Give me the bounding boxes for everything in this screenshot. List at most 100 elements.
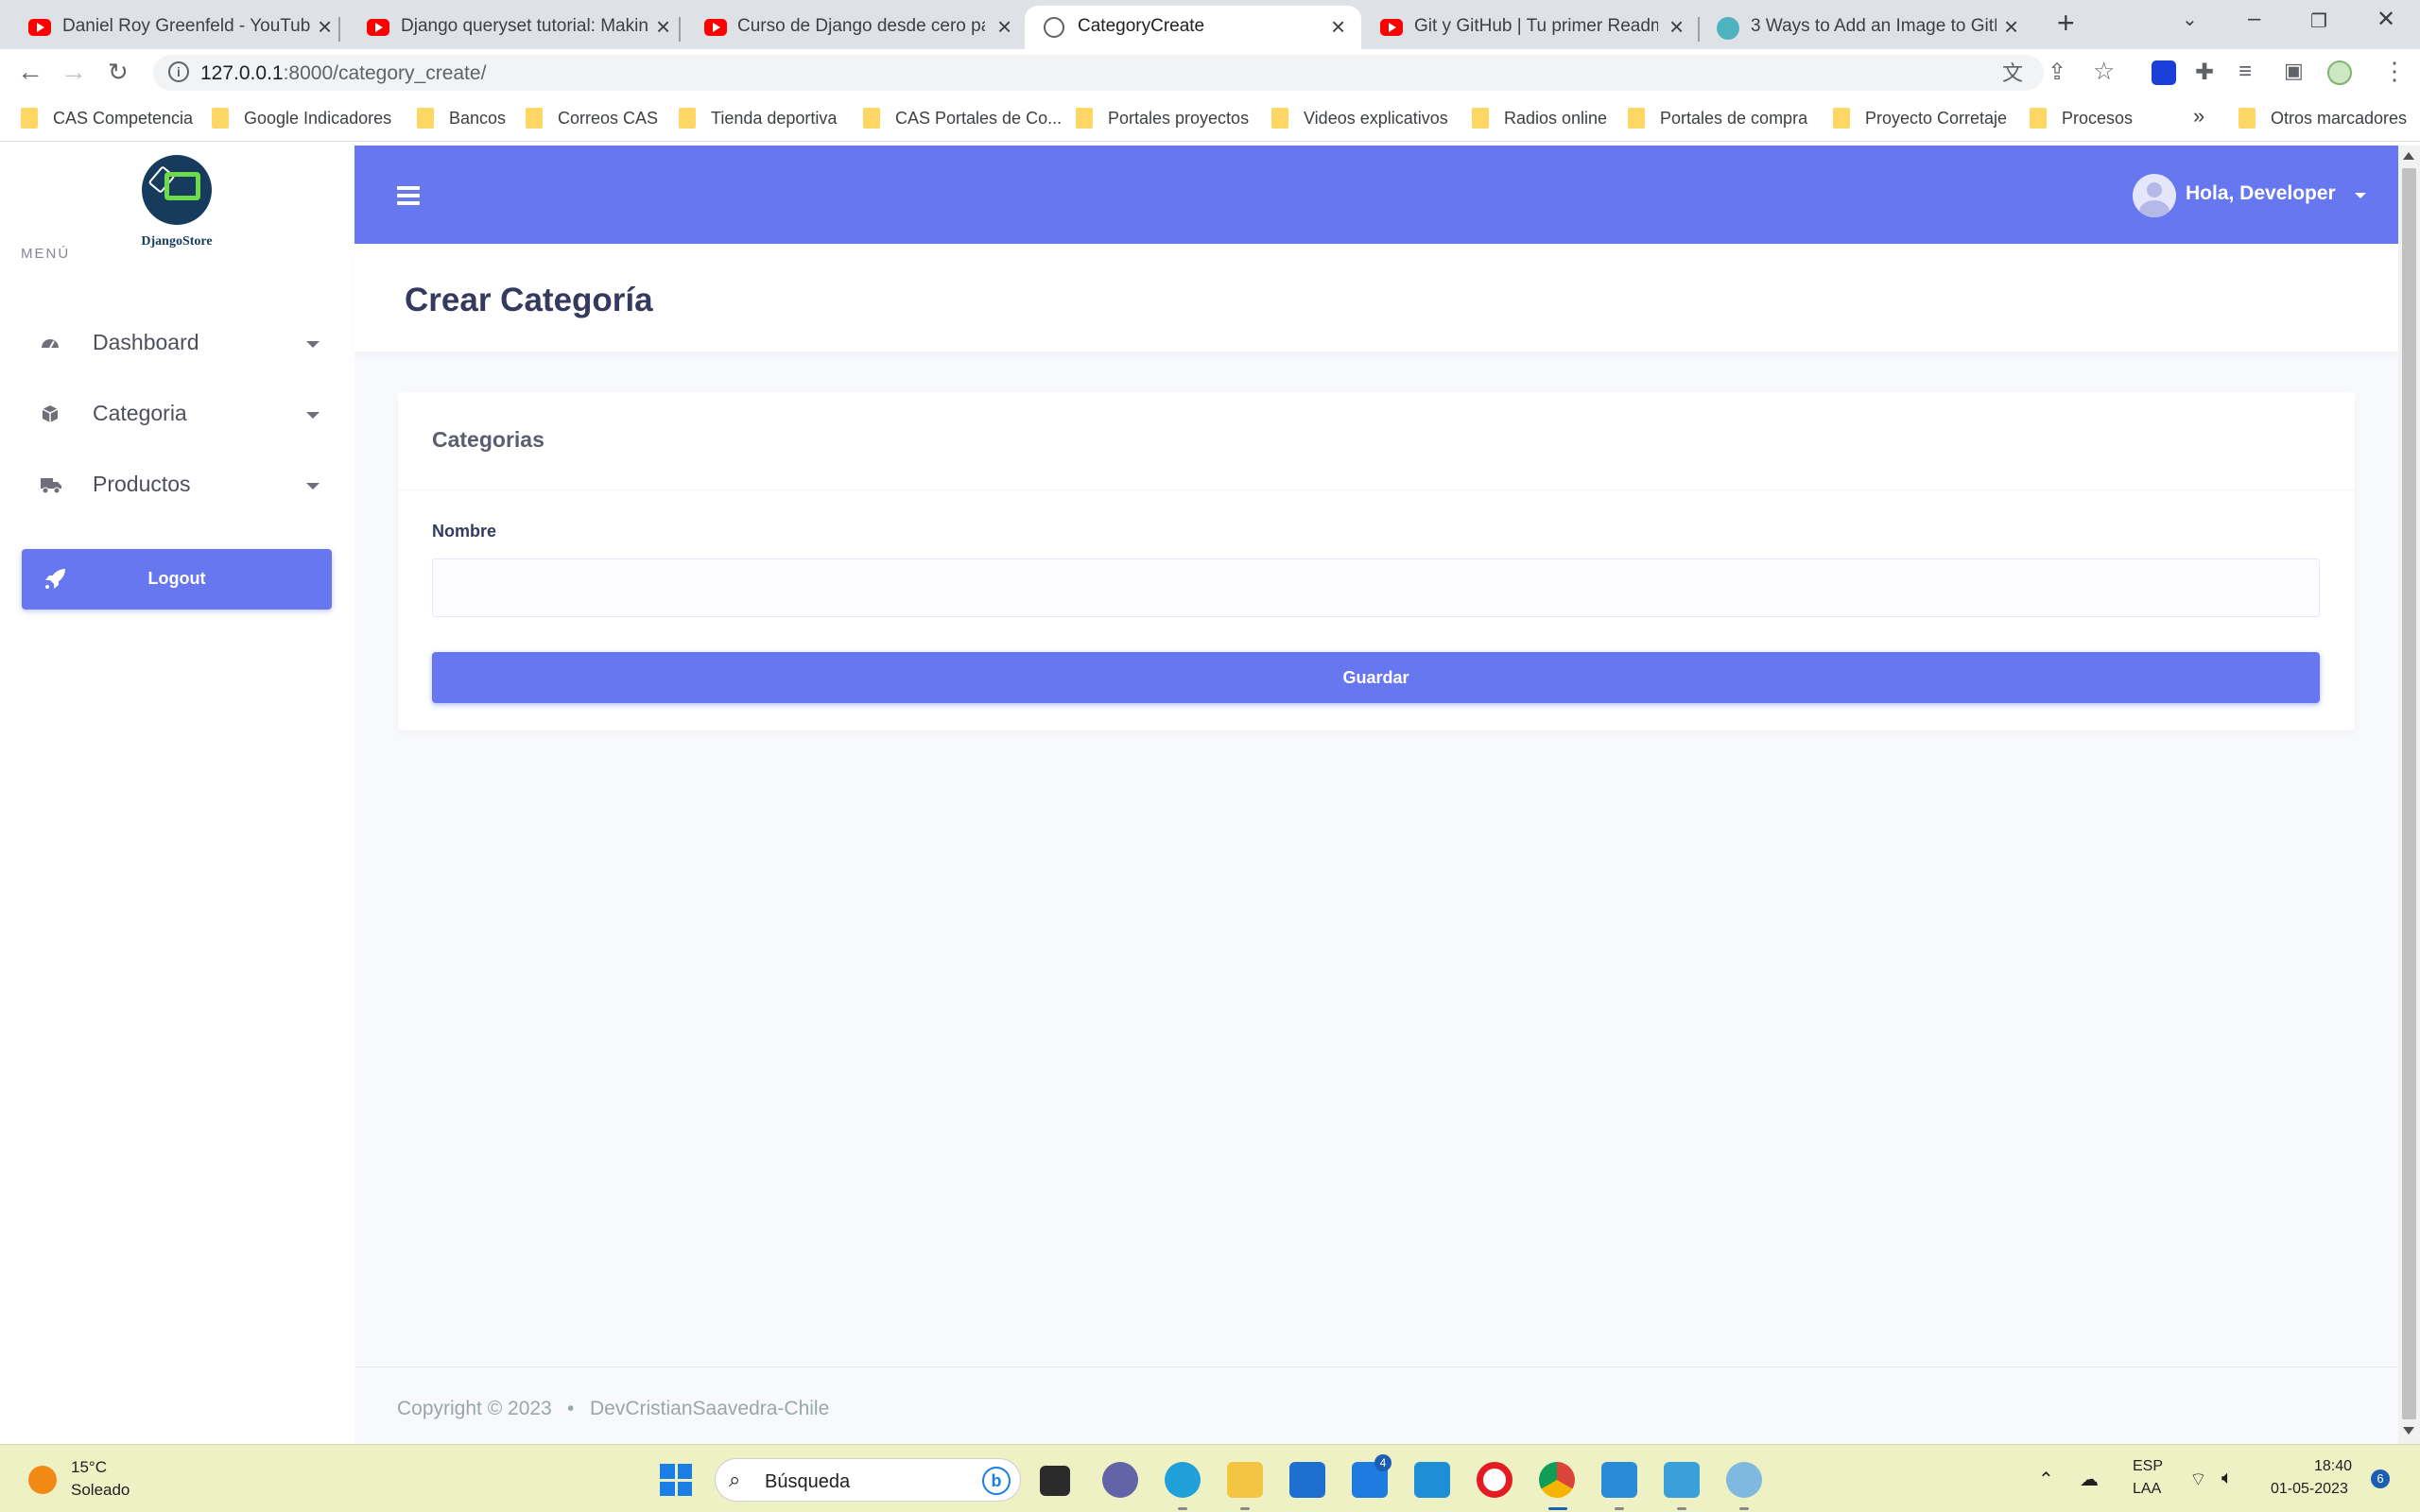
extension-icon[interactable] bbox=[2152, 60, 2176, 85]
user-greeting[interactable]: Hola, Developer bbox=[2186, 182, 2336, 205]
onedrive-icon[interactable]: ☁ bbox=[2080, 1468, 2099, 1491]
chrome-icon[interactable] bbox=[1539, 1462, 1575, 1498]
scroll-up-icon[interactable] bbox=[2403, 152, 2414, 160]
bookmarks-overflow-button[interactable]: » bbox=[2193, 104, 2204, 129]
profile-avatar-icon[interactable] bbox=[2327, 60, 2352, 85]
tab-search-chevron-icon[interactable]: ⌄ bbox=[2182, 8, 2198, 31]
folder-icon bbox=[1472, 108, 1489, 129]
input-language[interactable]: ESP bbox=[2133, 1458, 2163, 1475]
sidebar-item-label: Dashboard bbox=[93, 330, 199, 354]
sidebar-item-productos[interactable]: Productos bbox=[21, 457, 333, 514]
bookmark-folder[interactable]: Radios online bbox=[1472, 108, 1607, 129]
app-l-icon[interactable] bbox=[1414, 1462, 1450, 1498]
scrollbar-thumb[interactable] bbox=[2402, 168, 2416, 1419]
reload-icon[interactable]: ↻ bbox=[108, 58, 129, 87]
bookmark-label: Procesos bbox=[2062, 109, 2134, 128]
site-info-icon[interactable]: i bbox=[168, 61, 189, 82]
edge-icon[interactable] bbox=[1165, 1462, 1201, 1498]
weather-condition[interactable]: Soleado bbox=[71, 1481, 130, 1500]
bookmark-folder[interactable]: Portales de compra bbox=[1628, 108, 1807, 129]
weather-temperature[interactable]: 15°C bbox=[71, 1458, 107, 1477]
nombre-input[interactable] bbox=[432, 558, 2320, 617]
forward-icon[interactable]: → bbox=[60, 57, 87, 87]
bookmark-folder[interactable]: Videos explicativos bbox=[1271, 108, 1448, 129]
bookmark-folder[interactable]: CAS Competencia bbox=[21, 108, 193, 129]
url-path: :8000/category_create/ bbox=[283, 62, 487, 84]
page-scrollbar[interactable] bbox=[2398, 146, 2420, 1444]
teams-chat-icon[interactable] bbox=[1102, 1462, 1138, 1498]
close-tab-icon[interactable]: × bbox=[1669, 12, 1684, 42]
guardar-button[interactable]: Guardar bbox=[432, 652, 2320, 703]
microsoft-store-icon[interactable] bbox=[1289, 1462, 1325, 1498]
bookmark-folder[interactable]: Google Indicadores bbox=[212, 108, 391, 129]
close-tab-icon[interactable]: × bbox=[997, 12, 1011, 42]
close-tab-icon[interactable]: × bbox=[1331, 12, 1345, 42]
browser-tab[interactable]: 3 Ways to Add an Image to GitH × bbox=[1700, 6, 2038, 49]
bookmark-label: Otros marcadores bbox=[2271, 109, 2408, 128]
clock-time[interactable]: 18:40 bbox=[2314, 1458, 2352, 1475]
wifi-icon[interactable]: ⌔ bbox=[2189, 1468, 2207, 1491]
card-header: Categorias bbox=[398, 392, 2355, 490]
clock-date[interactable]: 01-05-2023 bbox=[2271, 1481, 2348, 1498]
bookmark-folder[interactable]: CAS Portales de Co... bbox=[863, 108, 1062, 129]
sidebar-item-dashboard[interactable]: Dashboard bbox=[21, 316, 333, 372]
opera-icon[interactable] bbox=[1477, 1462, 1512, 1498]
back-icon[interactable]: ← bbox=[17, 57, 43, 87]
close-tab-icon[interactable]: × bbox=[318, 12, 332, 42]
bookmark-folder[interactable]: Bancos bbox=[417, 108, 506, 129]
task-view-icon[interactable] bbox=[1040, 1466, 1070, 1496]
logout-button[interactable]: Logout bbox=[22, 549, 332, 610]
colab-icon bbox=[1717, 17, 1739, 40]
close-tab-icon[interactable]: × bbox=[656, 12, 670, 42]
close-window-icon[interactable]: ✕ bbox=[2377, 6, 2395, 33]
bookmark-folder[interactable]: Tienda deportiva bbox=[679, 108, 837, 129]
browser-tab-active[interactable]: CategoryCreate × bbox=[1025, 6, 1361, 49]
browser-tab[interactable]: Django queryset tutorial: Making × bbox=[340, 6, 681, 49]
notepad-icon[interactable] bbox=[1664, 1462, 1700, 1498]
bookmark-folder[interactable]: Portales proyectos bbox=[1076, 108, 1249, 129]
share-icon[interactable]: ⇪ bbox=[2048, 59, 2066, 86]
url-text[interactable]: 127.0.0.1:8000/category_create/ bbox=[200, 62, 486, 85]
chevron-up-icon[interactable]: ⌃ bbox=[2038, 1468, 2054, 1491]
speaker-icon[interactable]: 🔈︎ bbox=[2221, 1468, 2233, 1489]
minimize-icon[interactable]: – bbox=[2248, 6, 2260, 32]
bookmark-folder[interactable]: Proyecto Corretaje bbox=[1833, 108, 2007, 129]
caret-down-icon[interactable] bbox=[2355, 193, 2366, 198]
side-panel-icon[interactable]: ▣ bbox=[2284, 59, 2304, 83]
close-tab-icon[interactable]: × bbox=[2004, 12, 2018, 42]
brand-logo[interactable]: DjangoStore bbox=[137, 155, 216, 249]
browser-tab[interactable]: Daniel Roy Greenfeld - YouTube × bbox=[0, 6, 340, 49]
chrome-menu-icon[interactable]: ⋮ bbox=[2382, 57, 2407, 86]
youtube-icon bbox=[28, 19, 51, 36]
bing-icon[interactable]: b bbox=[982, 1467, 1011, 1495]
paint-icon[interactable] bbox=[1726, 1462, 1762, 1498]
menu-toggle-icon[interactable] bbox=[397, 186, 420, 205]
footer-bullet: • bbox=[567, 1398, 575, 1419]
restore-icon[interactable]: ❐ bbox=[2310, 9, 2327, 33]
bookmark-folder[interactable]: Correos CAS bbox=[526, 108, 658, 129]
keyboard-layout[interactable]: LAA bbox=[2133, 1481, 2161, 1498]
browser-tab[interactable]: Git y GitHub | Tu primer Readme × bbox=[1361, 6, 1700, 49]
folder-icon bbox=[212, 108, 229, 129]
browser-tab[interactable]: Curso de Django desde cero par × bbox=[681, 6, 1025, 49]
bookmark-label: Radios online bbox=[1504, 109, 1608, 128]
new-tab-icon[interactable]: + bbox=[2057, 6, 2075, 41]
user-avatar[interactable] bbox=[2133, 174, 2176, 217]
translate-icon[interactable]: 文 bbox=[2002, 57, 2023, 87]
scroll-down-icon[interactable] bbox=[2403, 1427, 2414, 1435]
sidebar-item-categoria[interactable]: Categoria bbox=[21, 387, 333, 443]
bookmark-folder[interactable]: Procesos bbox=[2030, 108, 2133, 129]
sun-icon[interactable] bbox=[28, 1466, 57, 1494]
bookmark-label: Google Indicadores bbox=[244, 109, 392, 128]
search-icon: ⌕ bbox=[729, 1468, 741, 1491]
notification-badge[interactable]: 6 bbox=[2371, 1469, 2390, 1488]
windows-start-icon[interactable] bbox=[660, 1464, 692, 1496]
reading-list-icon[interactable]: ≡ bbox=[2238, 59, 2252, 85]
taskbar-search[interactable]: ⌕ Búsqueda b bbox=[715, 1458, 1021, 1502]
address-bar[interactable]: i 127.0.0.1:8000/category_create/ 文 bbox=[153, 55, 2044, 91]
other-bookmarks-folder[interactable]: Otros marcadores bbox=[2238, 108, 2407, 129]
file-explorer-icon[interactable] bbox=[1227, 1462, 1263, 1498]
extensions-puzzle-icon[interactable]: ✚ bbox=[2195, 59, 2214, 86]
bookmark-star-icon[interactable]: ☆ bbox=[2093, 57, 2115, 86]
vscode-icon[interactable] bbox=[1601, 1462, 1637, 1498]
